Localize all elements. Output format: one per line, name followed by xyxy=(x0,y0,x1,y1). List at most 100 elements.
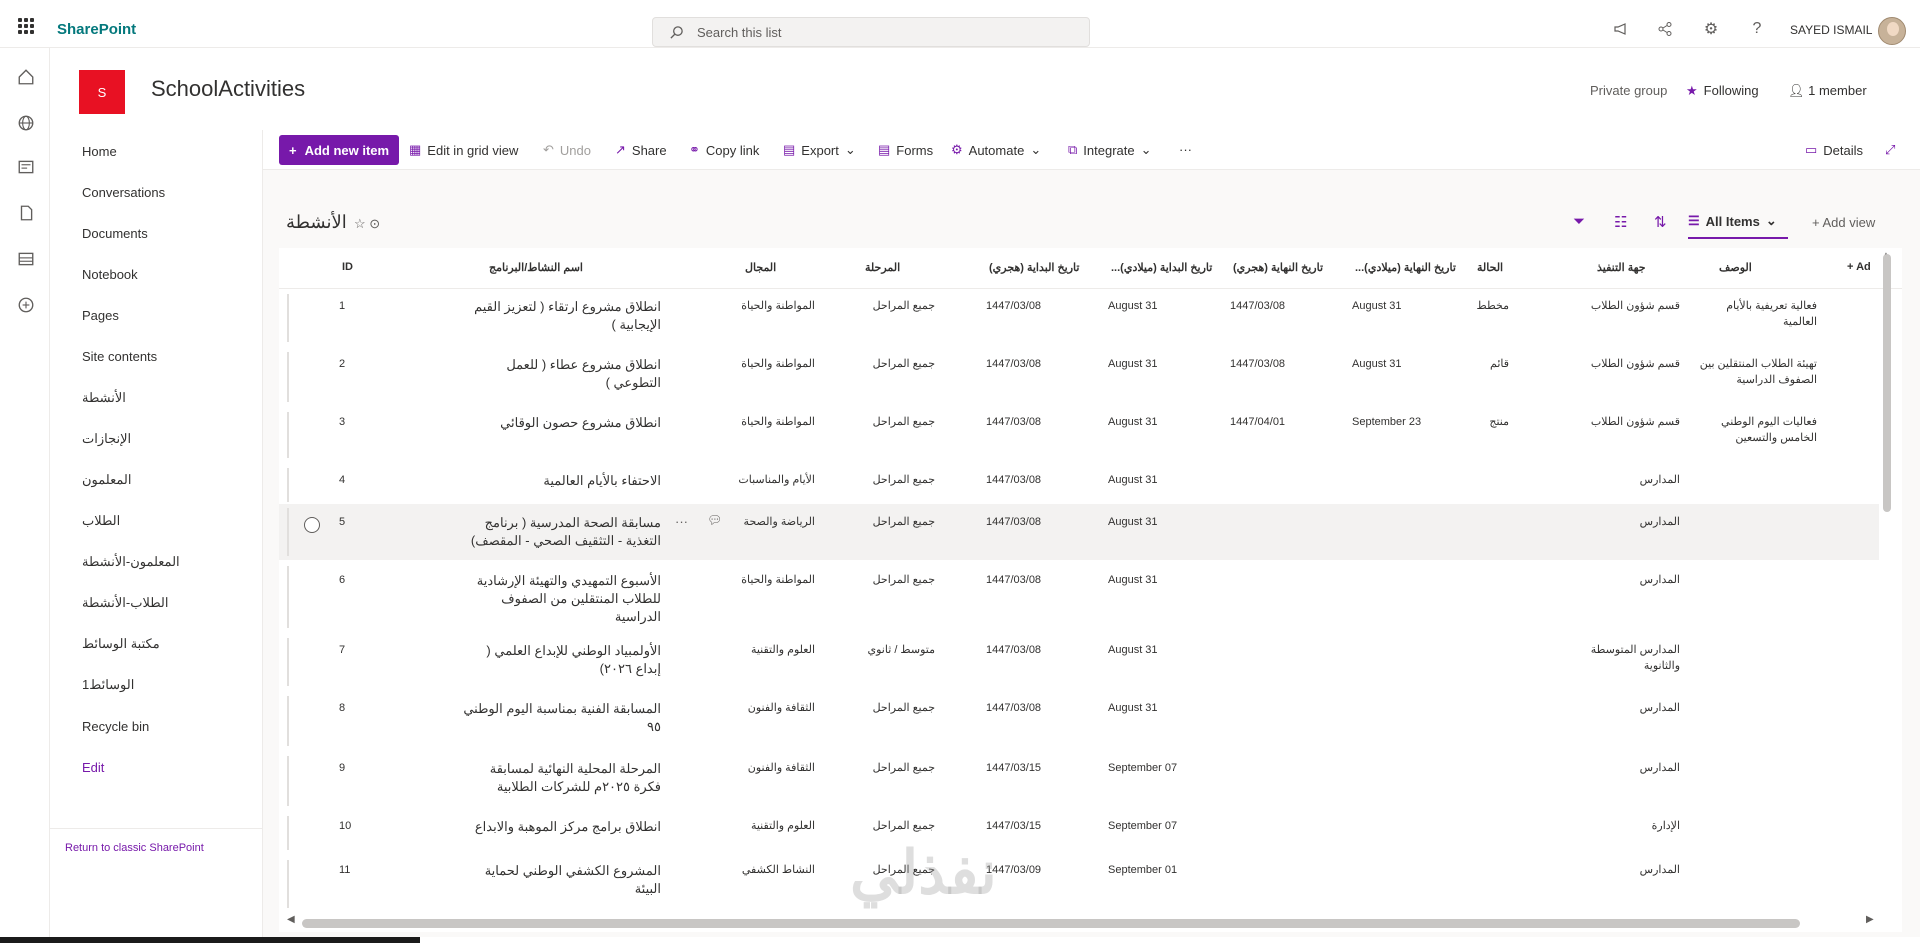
cell-start-hijri: 1447/03/08 xyxy=(986,702,1042,714)
column-header-name[interactable]: اسم النشاط/البرنامج xyxy=(463,261,583,274)
news-icon[interactable] xyxy=(17,158,35,176)
sort-icon[interactable]: ⇅ xyxy=(1654,213,1667,231)
nav-item-conversations[interactable]: Conversations xyxy=(82,185,165,200)
nav-item-media1[interactable]: الوسائط1 xyxy=(82,677,134,693)
lists-icon[interactable] xyxy=(17,250,35,268)
home-icon[interactable] xyxy=(17,68,35,86)
site-title[interactable]: SchoolActivities xyxy=(151,76,305,102)
cell-name[interactable]: الأسبوع التمهيدي والتهيئة الإرشادية للطل… xyxy=(461,572,661,626)
column-header-field[interactable]: المجال xyxy=(745,261,776,274)
integrate-button[interactable]: ⧉ Integrate ⌄ xyxy=(1068,142,1152,158)
table-row[interactable]: 9 المرحلة المحلية النهائية لمسابقة فكرة … xyxy=(279,752,1879,810)
cell-name[interactable]: انطلاق مشروع عطاء ( للعمل التطوعي ) xyxy=(461,356,661,392)
forms-button[interactable]: ▤ Forms xyxy=(878,142,933,158)
table-row[interactable]: 3 انطلاق مشروع حصون الوقائي المواطنة وال… xyxy=(279,408,1879,462)
nav-item-recycle-bin[interactable]: Recycle bin xyxy=(82,719,149,734)
app-launcher-icon[interactable] xyxy=(18,18,34,34)
site-logo[interactable]: S xyxy=(79,70,125,114)
cell-name[interactable]: انطلاق مشروع حصون الوقائي xyxy=(461,414,661,432)
settings-gear-icon[interactable]: ⚙ xyxy=(1702,20,1720,38)
undo-button[interactable]: ↶ Undo xyxy=(543,142,591,158)
following-button[interactable]: ★ Following xyxy=(1686,83,1759,99)
search-box[interactable]: Search this list xyxy=(652,17,1090,47)
cell-name[interactable]: المسابقة الفنية بمناسبة اليوم الوطني ٩٥ xyxy=(461,700,661,736)
favorite-star-icon[interactable]: ☆ ⊙ xyxy=(354,216,380,232)
scroll-left-arrow-icon[interactable]: ◀ xyxy=(287,914,295,925)
column-header-start-hijri[interactable]: تاريخ البداية (هجري) xyxy=(989,261,1079,274)
automate-button[interactable]: ⚙ Automate ⌄ xyxy=(951,142,1041,158)
megaphone-icon[interactable] xyxy=(1612,20,1630,38)
column-header-status[interactable]: الحالة xyxy=(1477,261,1503,274)
add-new-item-button[interactable]: + Add new item xyxy=(279,135,399,165)
nav-edit-link[interactable]: Edit xyxy=(82,760,104,775)
view-selector[interactable]: ☰ All Items ⌄ xyxy=(1688,213,1777,229)
nav-item-home[interactable]: Home xyxy=(82,144,117,159)
row-select-checkbox[interactable] xyxy=(304,517,320,533)
filter-icon[interactable]: ⏷ xyxy=(1573,213,1585,230)
add-column-button[interactable]: + Ad xyxy=(1847,261,1871,273)
sharepoint-brand[interactable]: SharePoint xyxy=(57,21,136,38)
cell-name[interactable]: الاحتفاء بالأيام العالمية xyxy=(461,472,661,490)
more-options-icon[interactable]: ··· xyxy=(675,514,688,529)
help-icon[interactable]: ? xyxy=(1748,20,1766,38)
table-row[interactable]: 2 انطلاق مشروع عطاء ( للعمل التطوعي ) ال… xyxy=(279,348,1879,406)
globe-icon[interactable] xyxy=(17,114,35,132)
comment-icon[interactable]: 💬︎ xyxy=(707,513,722,527)
column-header-end-hijri[interactable]: تاريخ النهاية (هجري) xyxy=(1233,261,1323,274)
table-row[interactable]: 11 المشروع الكشفي الوطني لحماية البيئة ا… xyxy=(279,856,1879,912)
cell-start-hijri: 1447/03/08 xyxy=(986,300,1042,312)
nav-item-teachers-activities[interactable]: المعلمون-الأنشطة xyxy=(82,554,180,570)
nav-item-media-library[interactable]: مكتبة الوسائط xyxy=(82,636,160,652)
nav-item-activities[interactable]: الأنشطة xyxy=(82,390,126,406)
column-header-end-greg[interactable]: ...تاريخ النهاية (ميلادي) xyxy=(1355,261,1456,274)
add-view-button[interactable]: + Add view xyxy=(1812,215,1875,230)
command-bar: + Add new item ▦ Edit in grid view ↶ Undo ↗… xyxy=(263,130,1920,170)
column-header-start-greg[interactable]: ...تاريخ البداية (ميلادي) xyxy=(1111,261,1212,274)
table-row[interactable]: 5 مسابقة الصحة المدرسية ( برنامج التغذية… xyxy=(279,504,1879,560)
column-header-id[interactable]: ID xyxy=(342,261,353,273)
vertical-scrollbar[interactable] xyxy=(1883,254,1891,512)
nav-item-students-activities[interactable]: الطلاب-الأنشطة xyxy=(82,595,168,611)
user-name[interactable]: SAYED ISMAIL xyxy=(1790,23,1872,37)
column-header-stage[interactable]: المرحلة xyxy=(865,261,900,274)
column-header-desc[interactable]: الوصف xyxy=(1719,261,1752,274)
share-button[interactable]: ↗ Share xyxy=(615,142,667,158)
file-icon[interactable] xyxy=(17,204,35,222)
copy-link-button[interactable]: ⚭ Copy link xyxy=(689,142,759,158)
column-header-exec[interactable]: جهة التنفيذ xyxy=(1597,261,1646,274)
share-network-icon[interactable] xyxy=(1656,20,1674,38)
return-classic-link[interactable]: Return to classic SharePoint xyxy=(65,842,204,854)
more-commands-button[interactable]: ··· xyxy=(1179,142,1192,157)
table-row[interactable]: 4 الاحتفاء بالأيام العالمية الأيام والمن… xyxy=(279,464,1879,506)
list-title[interactable]: الأنشطة xyxy=(286,212,347,233)
cell-name[interactable]: انطلاق برامج مركز الموهبة والابداع xyxy=(461,818,661,836)
cell-name[interactable]: المشروع الكشفي الوطني لحماية البيئة xyxy=(461,862,661,898)
nav-item-pages[interactable]: Pages xyxy=(82,308,119,323)
cell-name[interactable]: انطلاق مشروع ارتقاء ( لتعزيز القيم الإيج… xyxy=(461,298,661,334)
expand-icon[interactable]: ⤢ xyxy=(1885,142,1895,158)
table-row[interactable]: 6 الأسبوع التمهيدي والتهيئة الإرشادية لل… xyxy=(279,562,1879,632)
create-icon[interactable] xyxy=(17,296,35,314)
nav-item-teachers[interactable]: المعلمون xyxy=(82,472,131,488)
members-button[interactable]: 👤︎ 1 member xyxy=(1788,83,1867,99)
table-row[interactable]: 7 الأولمبياد الوطني للإبداع العلمي ( إبد… xyxy=(279,634,1879,690)
nav-item-students[interactable]: الطلاب xyxy=(82,513,120,529)
export-button[interactable]: ▤ Export ⌄ xyxy=(783,142,856,158)
table-row[interactable]: 1 انطلاق مشروع ارتقاء ( لتعزيز القيم الإ… xyxy=(279,290,1879,346)
nav-item-achievements[interactable]: الإنجازات xyxy=(82,431,131,447)
table-row[interactable]: 8 المسابقة الفنية بمناسبة اليوم الوطني ٩… xyxy=(279,692,1879,750)
nav-item-site-contents[interactable]: Site contents xyxy=(82,349,157,364)
table-row[interactable]: 10 انطلاق برامج مركز الموهبة والابداع ال… xyxy=(279,812,1879,854)
horizontal-scrollbar[interactable] xyxy=(302,919,1800,928)
cell-name[interactable]: مسابقة الصحة المدرسية ( برنامج التغذية -… xyxy=(461,514,661,550)
edit-grid-button[interactable]: ▦ Edit in grid view xyxy=(409,142,518,158)
scroll-right-arrow-icon[interactable]: ▶ xyxy=(1866,914,1874,925)
group-icon[interactable]: ☷ xyxy=(1614,213,1627,231)
nav-item-documents[interactable]: Documents xyxy=(82,226,148,241)
avatar[interactable] xyxy=(1878,17,1906,45)
cell-name[interactable]: الأولمبياد الوطني للإبداع العلمي ( إبداع… xyxy=(461,642,661,678)
cell-field: المواطنة والحياة xyxy=(741,574,815,586)
cell-name[interactable]: المرحلة المحلية النهائية لمسابقة فكرة ٢٠… xyxy=(461,760,661,796)
details-button[interactable]: ▭ Details xyxy=(1805,142,1863,158)
nav-item-notebook[interactable]: Notebook xyxy=(82,267,138,282)
